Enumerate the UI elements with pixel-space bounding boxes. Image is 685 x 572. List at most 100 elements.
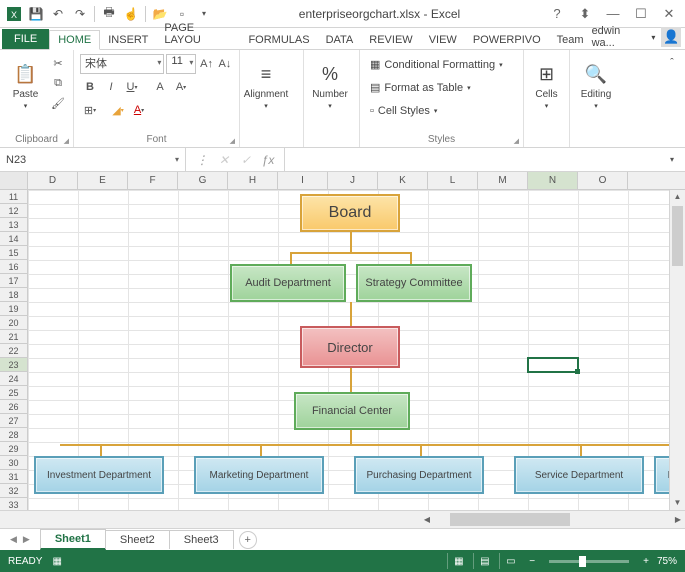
macro-icon[interactable]: ▦: [52, 556, 61, 567]
col-header-J[interactable]: J: [328, 172, 378, 189]
col-header-D[interactable]: D: [28, 172, 78, 189]
undo-icon[interactable]: ↶: [48, 4, 68, 24]
col-header-L[interactable]: L: [428, 172, 478, 189]
horizontal-scrollbar[interactable]: ◀ ▶: [420, 511, 685, 528]
sheet-tab-2[interactable]: Sheet2: [105, 530, 170, 549]
font-color-icon[interactable]: A▾: [129, 100, 149, 120]
row-header-17[interactable]: 17: [0, 274, 28, 288]
sheet-tab-1[interactable]: Sheet1: [40, 529, 106, 550]
format-painter-icon[interactable]: 🖌: [49, 94, 67, 112]
alignment-button[interactable]: ≡ Alignment ▾: [246, 54, 286, 118]
touch-icon[interactable]: ☝: [121, 4, 141, 24]
fx-icon[interactable]: ƒx: [258, 150, 278, 170]
view-normal-icon[interactable]: ▦: [447, 553, 469, 569]
tab-review[interactable]: REVIEW: [361, 31, 420, 49]
col-header-I[interactable]: I: [278, 172, 328, 189]
underline-icon[interactable]: U▾: [122, 77, 142, 97]
zoom-slider[interactable]: [549, 560, 629, 563]
row-header-14[interactable]: 14: [0, 232, 28, 246]
minimize-icon[interactable]: —: [601, 4, 625, 24]
enter-formula-icon[interactable]: ✓: [236, 150, 256, 170]
collapse-ribbon-icon[interactable]: ˆ: [663, 54, 681, 72]
row-header-28[interactable]: 28: [0, 428, 28, 442]
fill-color-icon[interactable]: ◢▾: [108, 100, 128, 120]
col-header-E[interactable]: E: [78, 172, 128, 189]
col-header-M[interactable]: M: [478, 172, 528, 189]
add-sheet-button[interactable]: +: [239, 531, 257, 549]
tab-view[interactable]: VIEW: [421, 31, 465, 49]
zoom-out-button[interactable]: −: [525, 556, 539, 567]
excel-icon[interactable]: X: [4, 4, 24, 24]
print-icon[interactable]: 🖶: [99, 4, 119, 24]
vertical-scrollbar[interactable]: ▲ ▼: [669, 190, 685, 510]
row-header-33[interactable]: 33: [0, 498, 28, 510]
selected-cell[interactable]: [527, 357, 579, 373]
org-marketing[interactable]: Marketing Department: [194, 456, 324, 494]
name-box[interactable]: N23▾: [0, 148, 186, 171]
org-audit[interactable]: Audit Department: [230, 264, 346, 302]
cell-styles-button[interactable]: ▫Cell Styles▾: [366, 100, 517, 121]
redo-icon[interactable]: ↷: [70, 4, 90, 24]
col-header-F[interactable]: F: [128, 172, 178, 189]
org-investment[interactable]: Investment Department: [34, 456, 164, 494]
row-header-11[interactable]: 11: [0, 190, 28, 204]
row-header-13[interactable]: 13: [0, 218, 28, 232]
org-purchasing[interactable]: Purchasing Department: [354, 456, 484, 494]
sheet-nav-next-icon[interactable]: ▶: [21, 534, 32, 545]
cut-icon[interactable]: ✂: [49, 54, 67, 72]
row-header-16[interactable]: 16: [0, 260, 28, 274]
row-header-12[interactable]: 12: [0, 204, 28, 218]
row-header-29[interactable]: 29: [0, 442, 28, 456]
tab-data[interactable]: DATA: [318, 31, 362, 49]
user-name[interactable]: edwin wa...: [592, 25, 646, 49]
italic-icon[interactable]: I: [101, 77, 121, 97]
cells-button[interactable]: ⊞ Cells ▾: [530, 54, 563, 118]
font-a-icon[interactable]: A: [150, 77, 170, 97]
row-header-32[interactable]: 32: [0, 484, 28, 498]
tab-home[interactable]: HOME: [49, 30, 100, 50]
tab-formulas[interactable]: FORMULAS: [240, 31, 317, 49]
expand-formula-icon[interactable]: ▾: [663, 151, 681, 169]
tab-powerpivot[interactable]: POWERPIVO: [465, 31, 549, 49]
col-header-O[interactable]: O: [578, 172, 628, 189]
row-header-21[interactable]: 21: [0, 330, 28, 344]
row-header-30[interactable]: 30: [0, 456, 28, 470]
row-header-26[interactable]: 26: [0, 400, 28, 414]
col-header-G[interactable]: G: [178, 172, 228, 189]
org-board[interactable]: Board: [300, 194, 400, 232]
help-icon[interactable]: ?: [545, 4, 569, 24]
bold-icon[interactable]: B: [80, 77, 100, 97]
user-avatar-icon[interactable]: 👤: [661, 27, 681, 47]
org-financial[interactable]: Financial Center: [294, 392, 410, 430]
sheet-tab-3[interactable]: Sheet3: [169, 530, 234, 549]
org-director[interactable]: Director: [300, 326, 400, 368]
sheet-nav-prev-icon[interactable]: ◀: [8, 534, 19, 545]
borders-icon[interactable]: ⊞▾: [80, 100, 100, 120]
increase-font-icon[interactable]: A↑: [198, 55, 214, 73]
tab-file[interactable]: FILE: [2, 29, 49, 49]
formula-input[interactable]: [285, 148, 663, 171]
row-header-18[interactable]: 18: [0, 288, 28, 302]
conditional-formatting-button[interactable]: ▦Conditional Formatting▾: [366, 54, 517, 75]
view-page-break-icon[interactable]: ▭: [499, 553, 521, 569]
copy-icon[interactable]: ⧉: [49, 74, 67, 92]
view-page-layout-icon[interactable]: ▤: [473, 553, 495, 569]
row-header-19[interactable]: 19: [0, 302, 28, 316]
row-header-24[interactable]: 24: [0, 372, 28, 386]
select-all-corner[interactable]: [0, 172, 28, 189]
font-size-select[interactable]: 11▾: [166, 54, 196, 74]
maximize-icon[interactable]: ☐: [629, 4, 653, 24]
row-header-27[interactable]: 27: [0, 414, 28, 428]
zoom-level[interactable]: 75%: [657, 556, 677, 567]
paste-button[interactable]: 📋 Paste ▾: [6, 54, 45, 118]
col-header-H[interactable]: H: [228, 172, 278, 189]
row-header-15[interactable]: 15: [0, 246, 28, 260]
font-name-select[interactable]: 宋体▾: [80, 54, 164, 74]
row-header-20[interactable]: 20: [0, 316, 28, 330]
row-header-22[interactable]: 22: [0, 344, 28, 358]
row-header-23[interactable]: 23: [0, 358, 28, 372]
ribbon-options-icon[interactable]: ⬍: [573, 4, 597, 24]
decrease-font-icon[interactable]: A↓: [217, 55, 233, 73]
close-icon[interactable]: ✕: [657, 4, 681, 24]
cancel-formula-icon[interactable]: ✕: [214, 150, 234, 170]
